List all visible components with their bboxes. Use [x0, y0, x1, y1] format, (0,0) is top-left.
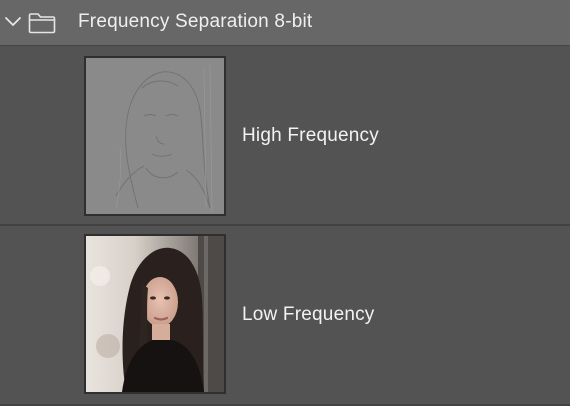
- folder-icon: [28, 13, 56, 34]
- group-title: Frequency Separation 8-bit: [78, 11, 313, 32]
- layer-thumbnail-high-frequency: [84, 56, 226, 216]
- layer-row-high-frequency[interactable]: High Frequency: [0, 46, 570, 226]
- layer-thumbnail-low-frequency: [84, 234, 226, 394]
- layer-name-high-frequency[interactable]: High Frequency: [242, 124, 379, 148]
- layer-name-low-frequency[interactable]: Low Frequency: [242, 303, 375, 327]
- layer-row-low-frequency[interactable]: Low Frequency: [0, 226, 570, 406]
- chevron-down-icon[interactable]: [4, 13, 22, 31]
- layer-group-row[interactable]: Frequency Separation 8-bit: [0, 0, 570, 46]
